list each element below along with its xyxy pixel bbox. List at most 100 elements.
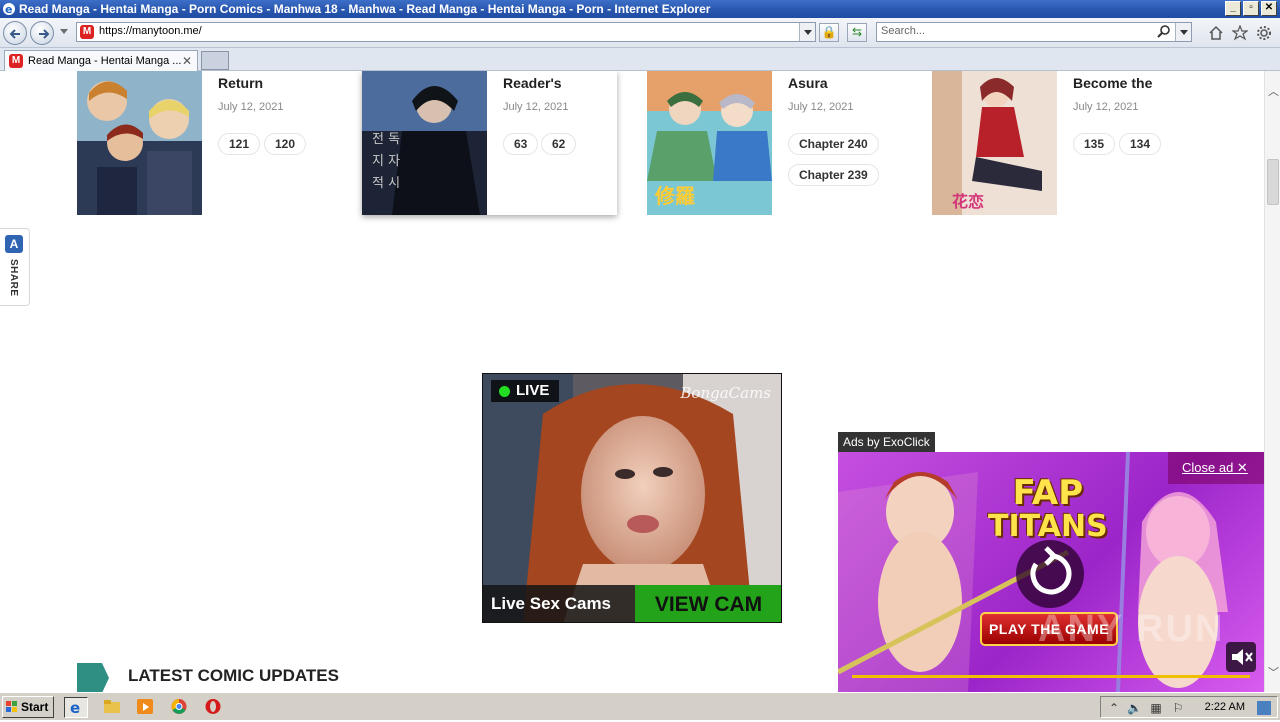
game-logo: FAP TITANS: [988, 476, 1108, 544]
taskbar-clock[interactable]: 2:22 AM: [1205, 701, 1245, 713]
scrollbar-thumb[interactable]: [1267, 159, 1279, 205]
search-dropdown-button[interactable]: [1175, 23, 1191, 41]
bonga-brand: BongaCams: [680, 384, 771, 402]
close-ad-button[interactable]: Close ad ✕: [1168, 452, 1264, 484]
restore-button[interactable]: ▫: [1243, 1, 1259, 16]
volume-icon[interactable]: 🔈: [1127, 701, 1142, 715]
settings-gear-icon[interactable]: [1256, 25, 1272, 41]
live-cam-ad[interactable]: LIVE BongaCams Live Sex Cams VIEW CAM: [482, 373, 782, 623]
home-icon[interactable]: [1208, 25, 1224, 41]
svg-text:修羅: 修羅: [654, 184, 695, 208]
svg-text:적 시: 적 시: [372, 176, 400, 191]
comic-card[interactable]: 修羅 Asura July 12, 2021 Chapter 240 Chapt…: [647, 71, 937, 215]
address-bar[interactable]: M https://manytoon.me/: [76, 22, 816, 42]
ads-by-label[interactable]: Ads by ExoClick: [838, 432, 935, 452]
share-label: SHARE: [8, 259, 19, 297]
comic-date: July 12, 2021: [788, 101, 854, 113]
anyrun-watermark: ANY RUN: [1038, 608, 1225, 650]
scroll-up-icon[interactable]: ︿: [1268, 87, 1279, 98]
taskbar: Start e ⌃ 🔈 ▦ ⚐ 2:22 AM: [0, 692, 1280, 720]
comic-cover-image[interactable]: 花恋: [932, 71, 1057, 215]
svg-text:e: e: [70, 699, 80, 717]
ad-creative[interactable]: FAP TITANS PLAY THE GAME ANY RUN Close a…: [838, 452, 1264, 692]
tab-favicon-icon: M: [9, 54, 23, 68]
ad-progress-bar: [852, 675, 1250, 678]
svg-text:지 자: 지 자: [372, 154, 400, 169]
game-logo-line1: FAP: [1012, 473, 1084, 513]
close-window-button[interactable]: ✕: [1261, 1, 1277, 16]
back-arrow-icon: [9, 29, 20, 39]
svg-text:전 독: 전 독: [372, 132, 400, 147]
share-icon: A: [5, 235, 23, 253]
network-icon[interactable]: ▦: [1149, 701, 1163, 715]
taskbar-mediaplayer-icon[interactable]: [134, 697, 158, 718]
action-center-flag-icon[interactable]: ⚐: [1171, 701, 1185, 715]
taskbar-opera-icon[interactable]: [202, 697, 226, 718]
page-viewport: Return July 12, 2021 121 120 전 독 지 자 적 시…: [0, 71, 1264, 692]
tab-close-icon[interactable]: ✕: [182, 52, 192, 71]
start-label: Start: [21, 700, 49, 714]
ie-logo-icon: e: [3, 3, 15, 16]
windows-flag-icon: [6, 701, 17, 712]
scroll-down-icon[interactable]: ﹀: [1268, 668, 1279, 679]
start-button[interactable]: Start: [2, 696, 54, 718]
comic-card[interactable]: 花恋 Become the July 12, 2021 135 134: [932, 71, 1222, 215]
refresh-icon[interactable]: ⇆: [847, 23, 867, 42]
comic-card[interactable]: 전 독 지 자 적 시 Reader's July 12, 2021 63 62: [362, 71, 617, 215]
chapter-chip[interactable]: 135: [1073, 133, 1116, 155]
heading-accent-icon: [77, 663, 109, 692]
taskbar-explorer-icon[interactable]: [101, 697, 125, 718]
tab-title[interactable]: Read Manga - Hentai Manga ...: [28, 52, 181, 71]
comic-title[interactable]: Return: [218, 75, 263, 91]
replay-icon[interactable]: [1016, 540, 1084, 608]
exoclick-ad[interactable]: Ads by ExoClick FAP TITANS PLAY THE GAME…: [838, 432, 1264, 692]
favorites-star-icon[interactable]: [1232, 25, 1248, 41]
comic-cover-image[interactable]: 修羅: [647, 71, 772, 215]
game-logo-line2: TITANS: [988, 509, 1108, 544]
mute-icon[interactable]: [1226, 642, 1256, 672]
search-icon[interactable]: [1157, 25, 1171, 39]
window-titlebar: e Read Manga - Hentai Manga - Porn Comic…: [0, 0, 1280, 18]
tray-expand-icon[interactable]: ⌃: [1107, 701, 1121, 715]
forward-arrow-icon: [39, 29, 50, 39]
search-box[interactable]: Search...: [876, 22, 1192, 42]
site-favicon-icon: M: [80, 25, 94, 39]
taskbar-chrome-icon[interactable]: [168, 697, 192, 718]
lock-icon[interactable]: 🔒: [819, 23, 839, 42]
comic-title[interactable]: Asura: [788, 75, 828, 91]
minimize-button[interactable]: _: [1225, 1, 1241, 16]
view-cam-button[interactable]: VIEW CAM: [635, 585, 781, 622]
chapter-chip[interactable]: 134: [1119, 133, 1162, 155]
live-caption-bar[interactable]: Live Sex Cams VIEW CAM: [483, 585, 781, 622]
window-title: Read Manga - Hentai Manga - Porn Comics …: [19, 2, 711, 16]
address-dropdown-button[interactable]: [799, 23, 815, 41]
comic-title[interactable]: Reader's: [503, 75, 562, 91]
system-tray: ⌃ 🔈 ▦ ⚐ 2:22 AM: [1100, 696, 1278, 718]
history-dropdown-icon[interactable]: [60, 29, 68, 34]
chapter-chip[interactable]: 121: [218, 133, 261, 155]
chapter-chip[interactable]: 63: [503, 133, 539, 155]
comic-card[interactable]: Return July 12, 2021 121 120: [77, 71, 367, 215]
comic-cover-image[interactable]: [77, 71, 202, 215]
latest-updates-heading: LATEST COMIC UPDATES: [77, 663, 577, 692]
taskbar-ie-icon[interactable]: e: [64, 697, 88, 718]
search-placeholder[interactable]: Search...: [881, 25, 925, 37]
vertical-scrollbar[interactable]: ︿ ﹀: [1264, 71, 1280, 692]
chapter-chip[interactable]: 120: [264, 133, 307, 155]
share-widget[interactable]: A SHARE: [0, 228, 30, 306]
new-tab-button[interactable]: [201, 51, 229, 70]
chapter-chip[interactable]: Chapter 239: [788, 164, 879, 186]
comic-cover-image[interactable]: 전 독 지 자 적 시: [362, 71, 487, 215]
forward-button[interactable]: [30, 21, 54, 45]
navigation-bar: M https://manytoon.me/ 🔒 ⇆ Search...: [0, 18, 1280, 48]
show-desktop-icon[interactable]: [1257, 701, 1271, 715]
chapter-chip[interactable]: Chapter 240: [788, 133, 879, 155]
comic-title[interactable]: Become the: [1073, 75, 1152, 91]
back-button[interactable]: [3, 21, 27, 45]
chapter-chip[interactable]: 62: [541, 133, 577, 155]
live-dot-icon: [499, 386, 510, 397]
tab-bar: M Read Manga - Hentai Manga ... ✕: [0, 48, 1280, 71]
section-heading: LATEST COMIC UPDATES: [128, 666, 339, 685]
tab-manytoon[interactable]: M Read Manga - Hentai Manga ... ✕: [4, 50, 198, 71]
address-url[interactable]: https://manytoon.me/: [99, 25, 202, 37]
